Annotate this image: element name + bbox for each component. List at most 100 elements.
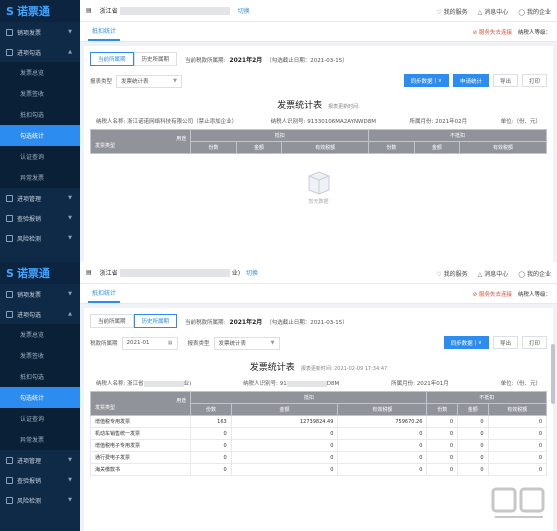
topbar-right: ♡ 我的服务 △ 消息中心 ◯ 我的企业 xyxy=(436,0,551,22)
nav-item-cert-query[interactable]: 认证查询 xyxy=(0,408,80,429)
tab-current-period[interactable]: 当前所属期 xyxy=(90,52,134,66)
nav-group-verify[interactable]: 查验报销 ▼ xyxy=(0,208,80,228)
unit-label: 单位:（份、元） xyxy=(500,381,541,387)
watermark-logo xyxy=(489,483,549,523)
switch-link[interactable]: 切换 xyxy=(246,268,258,277)
apply-stats-button[interactable]: 申请统计 xyxy=(452,74,489,87)
redacted-block xyxy=(119,269,230,278)
nav-group-sales[interactable]: 销项发票 ▼ xyxy=(0,284,80,304)
tab-deduct-stats[interactable]: 抵扣统计 xyxy=(88,26,121,41)
chevron-down-icon: ▼ xyxy=(68,195,72,201)
tab-right-info: ⊘ 服务失去连接 纳税人等级： xyxy=(473,290,551,298)
my-service-button[interactable]: ♡ 我的服务 xyxy=(436,7,467,16)
taxpayer-id-label: 纳税人识别号: xyxy=(270,119,306,125)
tab-right-info: ⊘ 服务失去连接 纳税人等级： xyxy=(473,28,551,36)
taxpayer-grade: 纳税人等级： xyxy=(517,292,551,298)
report-title: 发票统计表 报表更新时间: xyxy=(90,98,547,111)
value-cell: 0 xyxy=(426,415,458,428)
export-button[interactable]: 导出 xyxy=(492,336,518,349)
shield-icon xyxy=(6,234,13,242)
my-service-button[interactable]: ♡ 我的服务 xyxy=(436,269,467,278)
my-service-label: 我的服务 xyxy=(443,270,468,278)
value-cell: 0 xyxy=(457,415,489,428)
taxpayer-name-value: 浙江诺诺网络科技有限公司（禁止添加企业） xyxy=(127,119,238,125)
print-button[interactable]: 打印 xyxy=(521,336,547,349)
nav-item-deduct-check[interactable]: 抵扣勾选 xyxy=(0,366,80,387)
empty-box-icon xyxy=(308,171,329,195)
report-type-select[interactable]: 发票统计表 ▼ xyxy=(213,336,280,350)
my-company-button[interactable]: ◯ 我的企业 xyxy=(518,269,551,278)
value-cell: 0 xyxy=(190,463,232,476)
nav-group-manage[interactable]: 进项管理 ▼ xyxy=(0,188,80,208)
sync-data-button[interactable]: 同步数据 | ∨ xyxy=(403,74,449,87)
tax-period-picker[interactable]: 2021-01 ▦ xyxy=(121,336,178,350)
sidebar: S 诺票通 销项发票 ▼ 进项勾选 ▲ 发票总览 发票签收 抵扣勾选 勾选统计 认证查… xyxy=(0,262,80,531)
invoice-icon xyxy=(6,28,13,36)
tab-history-period[interactable]: 历史所属期 xyxy=(133,52,178,66)
export-button[interactable]: 导出 xyxy=(492,74,518,87)
my-company-button[interactable]: ◯ 我的企业 xyxy=(518,7,551,16)
nav-group-risk[interactable]: 风险检测 ▼ xyxy=(0,490,80,510)
heart-icon: ♡ xyxy=(436,270,442,278)
invoice-type-cell: 增值税专用发票 xyxy=(89,415,192,428)
risk-status[interactable]: ⊘ 服务失去连接 xyxy=(473,290,512,298)
period-value: 2021年2月 xyxy=(229,318,263,326)
action-buttons: 同步数据 | ∨ 申请统计 导出 打印 xyxy=(403,74,547,87)
nav-item-check-stats[interactable]: 勾选统计 xyxy=(0,125,80,146)
nav-item-overview[interactable]: 发票总览 xyxy=(0,324,80,345)
tab-history-period[interactable]: 历史所属期 xyxy=(133,314,178,328)
value-cell: 0 xyxy=(337,439,428,452)
taxpayer-name-prefix: 浙江省 xyxy=(127,381,144,387)
tab-deduct-stats[interactable]: 抵扣统计 xyxy=(88,288,121,303)
nav-group-manage[interactable]: 进项管理 ▼ xyxy=(0,450,80,470)
nav-item-check-stats[interactable]: 勾选统计 xyxy=(0,387,80,408)
value-cell: 0 xyxy=(487,451,548,464)
risk-status[interactable]: ⊘ 服务失去连接 xyxy=(473,28,512,36)
nav-group-input[interactable]: 进项勾选 ▲ xyxy=(0,304,80,324)
nav-group-verify[interactable]: 查验报销 ▼ xyxy=(0,470,80,490)
header-tax: 有效税额 xyxy=(337,403,428,416)
nav-item-signoff[interactable]: 发票签收 xyxy=(0,345,80,366)
value-cell: 0 xyxy=(487,415,548,428)
watermark-icon xyxy=(491,487,545,518)
my-company-label: 我的企业 xyxy=(526,270,551,278)
nav-item-cert-query[interactable]: 认证查询 xyxy=(0,146,80,167)
nav-item-overview[interactable]: 发票总览 xyxy=(0,62,80,83)
sync-data-button[interactable]: 同步数据 | ∨ xyxy=(443,336,489,349)
heart-icon: ♡ xyxy=(436,8,442,16)
period-info: 当前税款所属期: 2021年2月 （勾选截止日期：2021-03-15） xyxy=(185,317,348,326)
value-cell: 0 xyxy=(190,451,232,464)
taxpayer-id-label: 纳税人识别号: xyxy=(243,381,279,387)
bell-icon: △ xyxy=(477,270,483,278)
tab-current-period[interactable]: 当前所属期 xyxy=(90,314,134,328)
report-type-select[interactable]: 发票统计表 ▼ xyxy=(116,74,183,88)
nav-item-abnormal[interactable]: 异常发票 xyxy=(0,167,80,188)
nav-group-sales[interactable]: 销项发票 ▼ xyxy=(0,22,80,42)
nav-item-deduct-check[interactable]: 抵扣勾选 xyxy=(0,104,80,125)
messages-button[interactable]: △ 消息中心 xyxy=(478,269,509,278)
switch-link[interactable]: 切换 xyxy=(238,6,250,15)
messages-button[interactable]: △ 消息中心 xyxy=(478,7,509,16)
value-cell: 0 xyxy=(337,451,428,464)
taxpayer-grade: 纳税人等级： xyxy=(517,30,551,36)
nav-group-risk[interactable]: 风险检测 ▼ xyxy=(0,228,80,248)
tax-month: 所属月份: 2021年02月 xyxy=(410,117,468,125)
vertical-scrollbar[interactable] xyxy=(551,344,555,404)
taxpayer-name: 纳税人名称: 浙江省 业) xyxy=(96,379,191,387)
nav-item-abnormal[interactable]: 异常发票 xyxy=(0,429,80,450)
header-purpose-type: 用途 发票类型 xyxy=(89,129,192,154)
logo-text: 诺票通 xyxy=(16,5,50,18)
header-purpose-type: 用途 发票类型 xyxy=(89,391,192,416)
tax-month-value: 2021年01月 xyxy=(416,381,449,387)
value-cell: 0 xyxy=(337,427,428,440)
print-button[interactable]: 打印 xyxy=(521,74,547,87)
header-nondeductible: 不抵扣 xyxy=(426,391,547,404)
nav-label: 进项管理 xyxy=(17,457,42,465)
calendar-icon: ▦ xyxy=(167,340,173,346)
table-body: 增值税专用发票 163 12739824.49 759670.26 0 0 0 机动车销售统一… xyxy=(89,415,548,476)
nav-item-signoff[interactable]: 发票签收 xyxy=(0,83,80,104)
taxpayer-id-suffix: D8M xyxy=(326,381,340,387)
nav-group-input[interactable]: 进项勾选 ▲ xyxy=(0,42,80,62)
unit-label: 单位:（份、元） xyxy=(500,119,541,125)
value-cell: 0 xyxy=(190,427,232,440)
